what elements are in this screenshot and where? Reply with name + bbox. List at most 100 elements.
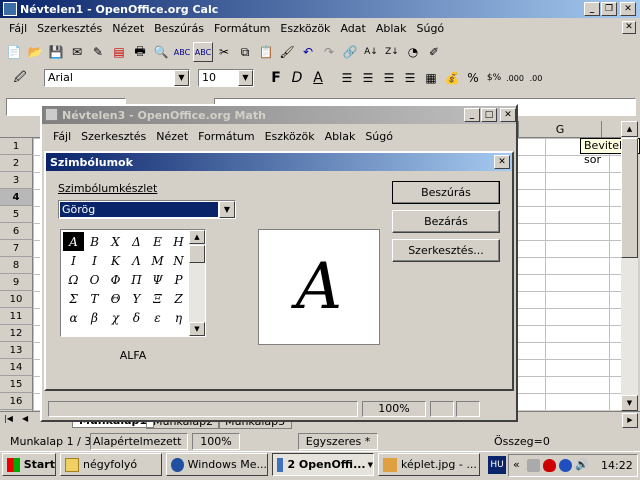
language-indicator[interactable]: HU (488, 456, 506, 474)
row-header[interactable]: 10 (0, 291, 33, 308)
row-header[interactable]: 3 (0, 172, 33, 189)
symbol-cell[interactable]: Ζ (168, 289, 189, 308)
calc-menu-data[interactable]: Adat (335, 22, 370, 35)
calc-menu-file[interactable]: Fájl (4, 22, 32, 35)
percent-format-icon[interactable]: % (463, 68, 483, 88)
open-folder-icon[interactable]: 📂 (25, 42, 45, 62)
symbol-cell[interactable]: Χ (105, 232, 126, 251)
symbol-cell[interactable]: Η (168, 232, 189, 251)
symbol-cell[interactable]: Ξ (147, 289, 168, 308)
symbol-cell[interactable]: δ (126, 308, 147, 327)
antivirus-shield-icon[interactable] (543, 459, 556, 472)
edit-button[interactable]: Szerkesztés... (392, 239, 500, 262)
tab-nav-first-icon[interactable]: |◀ (4, 414, 13, 423)
draw-functions-icon[interactable]: ✐ (424, 42, 444, 62)
close-button[interactable]: Bezárás (392, 210, 500, 233)
redo-icon[interactable]: ↷ (319, 42, 339, 62)
calc-menu-view[interactable]: Nézet (107, 22, 149, 35)
network-icon[interactable] (527, 459, 540, 472)
math-close-button[interactable]: ✕ (500, 108, 516, 122)
row-header[interactable]: 4 (0, 189, 33, 206)
hyperlink-icon[interactable]: 🔗 (340, 42, 360, 62)
print-preview-icon[interactable]: 🔍 (151, 42, 171, 62)
tray-expand-icon[interactable]: « (513, 458, 520, 471)
symbol-cell[interactable]: Δ (126, 232, 147, 251)
symbol-cell[interactable]: Ι (63, 251, 84, 270)
symbol-cell[interactable]: Μ (147, 251, 168, 270)
symbol-cell[interactable]: Φ (105, 270, 126, 289)
justify-icon[interactable]: ☰ (400, 68, 420, 88)
add-decimal-icon[interactable]: .000 (505, 68, 525, 88)
status-zoom[interactable]: 100% (192, 433, 240, 450)
taskbar-item-media-player[interactable]: Windows Me... (166, 453, 268, 476)
symbol-cell[interactable]: Ι (84, 251, 105, 270)
symbols-dialog-titlebar[interactable]: Szimbólumok (46, 153, 512, 171)
start-button[interactable]: Start (2, 453, 56, 476)
math-titlebar[interactable]: Névtelen3 - OpenOffice.org Math (42, 106, 516, 124)
autospellcheck-icon[interactable]: ABC (193, 42, 213, 62)
volume-icon[interactable]: 🔊 (575, 458, 589, 471)
symbol-set-select[interactable]: Görög ▼ (58, 200, 236, 219)
scroll-up-icon[interactable]: ▲ (189, 230, 205, 244)
scroll-thumb[interactable] (621, 138, 638, 258)
scroll-thumb[interactable] (189, 245, 205, 263)
export-pdf-icon[interactable]: ▤ (109, 42, 129, 62)
row-header[interactable]: 7 (0, 240, 33, 257)
chevron-down-icon[interactable]: ▼ (219, 201, 235, 218)
chart-icon[interactable]: ◔ (403, 42, 423, 62)
decimal-format-icon[interactable]: $% (484, 68, 504, 88)
insert-button[interactable]: Beszúrás (392, 181, 500, 204)
math-menu-window[interactable]: Ablak (320, 130, 361, 143)
clock[interactable]: 14:22 (601, 459, 633, 472)
copy-icon[interactable]: ⧉ (235, 42, 255, 62)
calc-doc-close-button[interactable]: ✕ (622, 21, 636, 34)
row-header[interactable]: 9 (0, 274, 33, 291)
format-paintbrush-icon[interactable]: 🖌 (277, 42, 297, 62)
symbol-cell[interactable]: χ (105, 308, 126, 327)
horizontal-scroll-right-icon[interactable]: ▶ (622, 413, 638, 428)
calc-menu-edit[interactable]: Szerkesztés (32, 22, 107, 35)
column-header-g[interactable]: G (518, 121, 602, 138)
scroll-up-icon[interactable]: ▲ (621, 121, 638, 137)
math-menu-edit[interactable]: Szerkesztés (76, 130, 151, 143)
status-mode[interactable]: Egyszeres * (298, 433, 378, 450)
align-left-icon[interactable]: ☰ (337, 68, 357, 88)
symbol-cell[interactable]: Υ (126, 289, 147, 308)
symbol-cell[interactable]: ε (147, 308, 168, 327)
sort-descending-icon[interactable]: Z↓ (382, 42, 402, 62)
italic-icon[interactable]: D (287, 68, 307, 88)
calc-minimize-button[interactable]: _ (584, 2, 600, 16)
cut-icon[interactable]: ✂ (214, 42, 234, 62)
math-menu-format[interactable]: Formátum (193, 130, 259, 143)
sort-ascending-icon[interactable]: A↓ (361, 42, 381, 62)
calc-titlebar[interactable]: Névtelen1 - OpenOffice.org Calc (0, 0, 640, 18)
email-icon[interactable]: ✉ (67, 42, 87, 62)
security-icon[interactable] (559, 459, 572, 472)
taskbar-item-openoffice[interactable]: 2 OpenOffi... ▼ (272, 453, 374, 476)
merge-cells-icon[interactable]: ▦ (421, 68, 441, 88)
row-header[interactable]: 16 (0, 393, 33, 410)
new-document-icon[interactable]: 📄 (4, 42, 24, 62)
row-header[interactable]: 6 (0, 223, 33, 240)
tab-nav-prev-icon[interactable]: ◀ (22, 414, 28, 423)
symbol-cell[interactable]: Θ (105, 289, 126, 308)
math-menu-file[interactable]: Fájl (48, 130, 76, 143)
spellcheck-icon[interactable]: ABC (172, 42, 192, 62)
row-header[interactable]: 2 (0, 155, 33, 172)
calc-menu-tools[interactable]: Eszközök (275, 22, 335, 35)
symbol-grid-scrollbar[interactable]: ▲ ▼ (189, 230, 205, 336)
edit-file-icon[interactable]: ✎ (88, 42, 108, 62)
symbol-cell[interactable]: Ω (63, 270, 84, 289)
taskbar-item-image[interactable]: képlet.jpg - ... (378, 453, 480, 476)
align-right-icon[interactable]: ☰ (379, 68, 399, 88)
undo-icon[interactable]: ↶ (298, 42, 318, 62)
math-maximize-button[interactable]: □ (481, 108, 497, 122)
symbols-dialog-close-button[interactable]: ✕ (494, 155, 510, 169)
math-status-zoom[interactable]: 100% (362, 401, 426, 417)
row-header[interactable]: 11 (0, 308, 33, 325)
vertical-scrollbar[interactable]: ▲ ▼ (621, 121, 638, 411)
symbol-cell[interactable]: Ρ (168, 270, 189, 289)
remove-decimal-icon[interactable]: .00 (526, 68, 546, 88)
symbol-cell[interactable]: Ψ (147, 270, 168, 289)
symbol-cell[interactable]: Ο (84, 270, 105, 289)
